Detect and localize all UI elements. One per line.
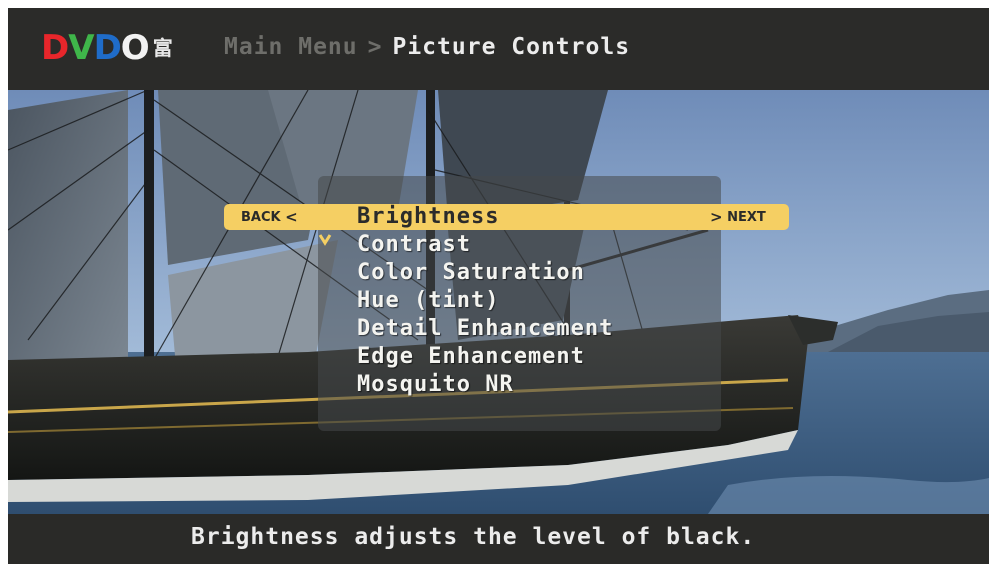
menu-item-brightness[interactable]: Brightness [357, 203, 613, 231]
next-button[interactable]: > NEXT [710, 208, 766, 226]
logo-mark-icon: 富 [152, 36, 173, 60]
dvdo-logo: D V D O 富 [41, 28, 173, 68]
menu-item-hue[interactable]: Hue (tint) [357, 287, 613, 315]
back-arrow-icon: < [285, 208, 298, 226]
check-mark-icon [318, 234, 332, 246]
next-arrow-icon: > [710, 208, 723, 226]
breadcrumb-separator: > [367, 34, 383, 60]
breadcrumb: Main Menu > Picture Controls [224, 34, 630, 60]
menu-item-color-saturation[interactable]: Color Saturation [357, 259, 613, 287]
logo-letter-v: V [68, 28, 94, 68]
logo-letter-d: D [41, 28, 69, 68]
breadcrumb-current-page: Picture Controls [392, 34, 631, 60]
menu-item-mosquito-nr[interactable]: Mosquito NR [357, 371, 613, 399]
menu-item-detail-enhancement[interactable]: Detail Enhancement [357, 315, 613, 343]
back-label: BACK [241, 210, 281, 225]
breadcrumb-main-menu[interactable]: Main Menu [224, 34, 358, 60]
logo-letter-d2: D [93, 28, 122, 68]
help-text: Brightness adjusts the level of black. [191, 524, 756, 550]
header-bar: D V D O 富 Main Menu > Picture Controls [8, 8, 989, 90]
logo-letter-o: O [120, 28, 150, 68]
picture-controls-menu: Brightness Contrast Color Saturation Hue… [357, 203, 613, 399]
back-button[interactable]: BACK < [241, 208, 298, 226]
osd-screen: D V D O 富 Main Menu > Picture Controls B… [8, 8, 989, 564]
menu-item-contrast[interactable]: Contrast [357, 231, 613, 259]
menu-item-edge-enhancement[interactable]: Edge Enhancement [357, 343, 613, 371]
footer-bar: Brightness adjusts the level of black. [8, 514, 989, 564]
next-label: NEXT [727, 210, 766, 225]
